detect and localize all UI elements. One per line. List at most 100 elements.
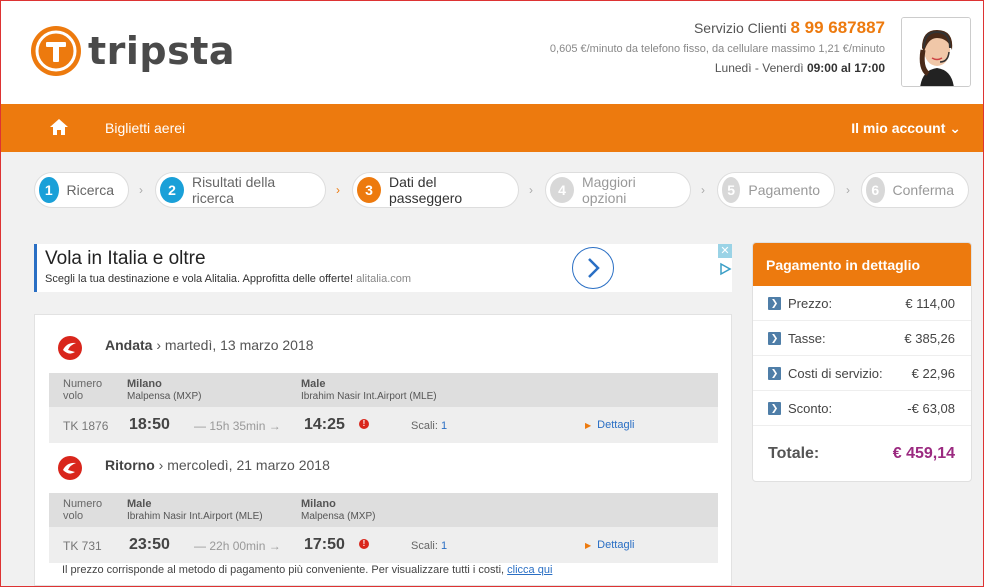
details-link[interactable]: ▶ Dettagli — [585, 419, 634, 431]
outbound-date: › martedì, 13 marzo 2018 — [156, 337, 314, 353]
ad-text: Scegli la tua destinazione e vola Alital… — [45, 273, 353, 285]
support-agent-avatar — [901, 17, 971, 87]
departure-time: 23:50 — [129, 536, 170, 553]
airline-logo-icon — [57, 455, 83, 486]
service-fees-row[interactable]: ❯ Costi di servizio: € 22,96 — [753, 356, 971, 391]
chevron-right-icon: › — [529, 183, 533, 197]
return-header: Ritorno › mercoledì, 21 marzo 2018 — [35, 447, 733, 487]
warning-icon[interactable]: ! — [359, 419, 369, 429]
origin-airport: Ibrahim Nasir Int.Airport (MLE) — [127, 511, 263, 522]
arrival-time: 17:50 — [304, 536, 345, 553]
main-navigation: Biglietti aerei Il mio account ⌄ — [1, 104, 983, 152]
flight-number-header: Numero volo — [63, 498, 103, 522]
header: tripsta Servizio Clienti 8 99 687887 0,6… — [1, 1, 983, 104]
departure-time: 18:50 — [129, 416, 170, 433]
service-hours: 09:00 al 17:00 — [806, 61, 885, 75]
outbound-label: Andata — [105, 337, 153, 353]
step-results[interactable]: 2 Risultati della ricerca — [155, 172, 326, 208]
flight-number: TK 1876 — [63, 419, 109, 433]
flight-number-header: Numero volo — [63, 378, 103, 402]
expand-arrow-icon[interactable]: ❯ — [768, 332, 781, 345]
ad-domain: alitalia.com — [356, 273, 412, 285]
arrival-time: 14:25 — [304, 416, 345, 433]
payment-summary: Pagamento in dettaglio ❯ Prezzo: € 114,0… — [752, 242, 972, 482]
taxes-row[interactable]: ❯ Tasse: € 385,26 — [753, 321, 971, 356]
step-label: Pagamento — [748, 182, 820, 198]
step-number: 3 — [357, 177, 382, 203]
row-value: -€ 63,08 — [907, 401, 955, 416]
nav-flights-link[interactable]: Biglietti aerei — [105, 120, 185, 136]
ad-arrow-icon[interactable] — [572, 247, 614, 289]
step-search[interactable]: 1 Ricerca — [34, 172, 129, 208]
step-confirm: 6 Conferma — [861, 172, 969, 208]
service-phone[interactable]: 8 99 687887 — [790, 18, 885, 37]
account-menu[interactable]: Il mio account ⌄ — [851, 120, 961, 137]
row-value: € 385,26 — [904, 331, 955, 346]
step-number: 5 — [722, 177, 741, 203]
step-more-options: 4 Maggiori opzioni — [545, 172, 691, 208]
home-icon[interactable] — [49, 118, 69, 141]
return-flight-row: TK 731 23:50 — 22h 00min → 17:50 ! Scali… — [49, 527, 718, 563]
total-row: Totale: € 459,14 — [753, 426, 971, 481]
advertisement-banner[interactable]: Vola in Italia e oltre Scegli la tua des… — [34, 244, 732, 292]
warning-icon[interactable]: ! — [359, 539, 369, 549]
chevron-right-icon: › — [139, 183, 143, 197]
destination-airport: Ibrahim Nasir Int.Airport (MLE) — [301, 391, 437, 402]
stops-label: Scali: — [411, 420, 438, 432]
return-date: › mercoledì, 21 marzo 2018 — [158, 457, 330, 473]
price-row[interactable]: ❯ Prezzo: € 114,00 — [753, 286, 971, 321]
service-days: Lunedì - Venerdì — [714, 61, 804, 75]
outbound-flight-row: TK 1876 18:50 — 15h 35min → 14:25 ! Scal… — [49, 407, 718, 443]
tripsta-logo-icon[interactable] — [31, 26, 81, 76]
expand-arrow-icon[interactable]: ❯ — [768, 297, 781, 310]
triangle-right-icon: ▶ — [585, 421, 592, 430]
row-label: Sconto: — [788, 401, 833, 416]
step-label: Conferma — [892, 182, 954, 198]
flight-number: TK 731 — [63, 539, 102, 553]
step-payment: 5 Pagamento — [717, 172, 835, 208]
step-number: 1 — [39, 177, 59, 203]
row-value: € 114,00 — [905, 296, 955, 311]
chevron-right-icon: › — [846, 183, 850, 197]
total-label: Totale: — [768, 445, 820, 462]
price-note: Il prezzo corrisponde al metodo di pagam… — [62, 564, 552, 576]
stops-label: Scali: — [411, 540, 438, 552]
discount-row[interactable]: ❯ Sconto: -€ 63,08 — [753, 391, 971, 426]
step-label: Maggiori opzioni — [581, 174, 636, 206]
return-route-header: Numero volo Male Ibrahim Nasir Int.Airpo… — [49, 493, 718, 527]
expand-arrow-icon[interactable]: ❯ — [768, 402, 781, 415]
service-rate: 0,605 €/minuto da telefono fisso, da cel… — [549, 43, 885, 55]
origin-city: Male — [127, 498, 152, 510]
row-value: € 22,96 — [911, 366, 955, 381]
origin-city: Milano — [127, 378, 162, 390]
outbound-header: Andata › martedì, 13 marzo 2018 — [35, 327, 733, 367]
customer-service: Servizio Clienti 8 99 687887 0,605 €/min… — [550, 18, 885, 75]
brand-name[interactable]: tripsta — [88, 29, 235, 73]
expand-arrow-icon[interactable]: ❯ — [768, 367, 781, 380]
click-here-link[interactable]: clicca qui — [507, 564, 552, 576]
airline-logo-icon — [57, 335, 83, 366]
row-label: Costi di servizio: — [788, 366, 883, 381]
stops-count[interactable]: 1 — [441, 540, 447, 552]
itinerary-panel: Andata › martedì, 13 marzo 2018 Numero v… — [34, 314, 732, 586]
payment-title: Pagamento in dettaglio — [753, 243, 971, 286]
duration-value: 15h 35min — [209, 419, 266, 433]
outbound-route-header: Numero volo Milano Malpensa (MXP) Male I… — [49, 373, 718, 407]
step-number: 6 — [866, 177, 885, 203]
ad-close-icon[interactable]: ✕ — [718, 244, 732, 258]
chevron-right-icon: › — [336, 183, 340, 197]
chevron-down-icon: ⌄ — [949, 120, 961, 136]
destination-city: Male — [301, 378, 326, 390]
step-label: Risultati della ricerca — [191, 174, 276, 206]
details-label: Dettagli — [597, 539, 635, 551]
details-link[interactable]: ▶ Dettagli — [585, 539, 634, 551]
booking-steps: 1 Ricerca › 2 Risultati della ricerca › 3D… — [1, 152, 983, 222]
destination-airport: Malpensa (MXP) — [301, 511, 376, 522]
duration-value: 22h 00min — [209, 539, 266, 553]
destination-city: Milano — [301, 498, 336, 510]
step-label: Ricerca — [66, 182, 114, 198]
stops-count[interactable]: 1 — [441, 420, 447, 432]
ad-title[interactable]: Vola in Italia e oltre — [45, 248, 206, 270]
ad-choices-icon[interactable] — [718, 262, 732, 276]
step-passenger-data[interactable]: 3 Dati del passeggero — [352, 172, 519, 208]
